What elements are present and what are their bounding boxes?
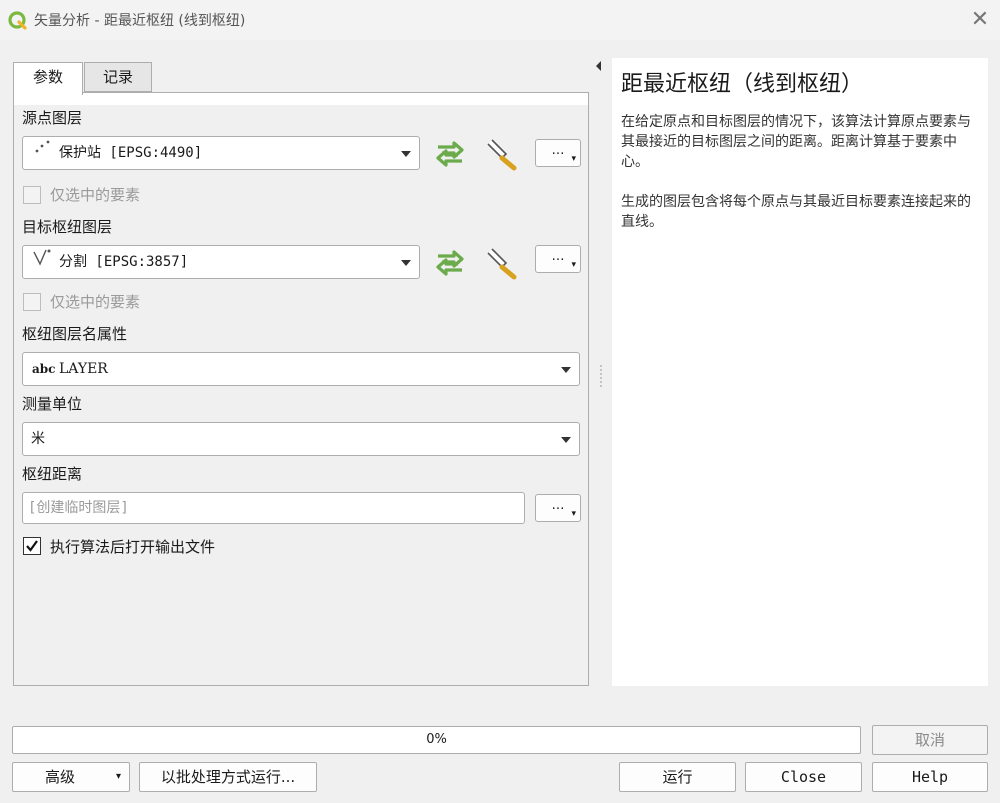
source-selected-label: 仅选中的要素 bbox=[50, 186, 141, 204]
source-selected-checkbox[interactable] bbox=[23, 186, 41, 204]
wrench-icon[interactable] bbox=[484, 245, 522, 281]
target-layer-value: 分割 [EPSG:3857] bbox=[59, 254, 189, 270]
point-layer-icon bbox=[33, 137, 55, 169]
source-more-button[interactable]: … ▾ bbox=[535, 139, 581, 167]
close-button[interactable]: Close bbox=[745, 762, 862, 792]
tab-log[interactable]: 记录 bbox=[84, 62, 152, 92]
source-layer-value: 保护站 [EPSG:4490] bbox=[59, 145, 203, 161]
chevron-down-icon bbox=[561, 367, 571, 373]
target-layer-label: 目标枢纽图层 bbox=[22, 218, 113, 236]
source-layer-label: 源点图层 bbox=[22, 109, 83, 127]
output-more-button[interactable]: … ▾ bbox=[535, 494, 581, 522]
help-paragraph: 生成的图层包含将每个原点与其最近目标要素连接起来的直线。 bbox=[621, 194, 971, 230]
tab-parameters[interactable]: 参数 bbox=[13, 62, 83, 95]
hub-distance-label: 枢纽距离 bbox=[22, 465, 83, 483]
iterate-icon[interactable] bbox=[432, 248, 468, 278]
source-layer-combo[interactable]: 保护站 [EPSG:4490] bbox=[22, 136, 420, 170]
progress-text: 0% bbox=[426, 732, 447, 747]
chevron-down-icon bbox=[401, 151, 411, 157]
checkmark-icon bbox=[26, 540, 38, 552]
progress-bar: 0% bbox=[12, 726, 861, 754]
window-title: 矢量分析 - 距最近枢纽 (线到枢纽) bbox=[34, 13, 246, 29]
open-output-label: 执行算法后打开输出文件 bbox=[50, 538, 216, 556]
close-icon[interactable]: ✕ bbox=[966, 6, 994, 34]
measurement-unit-value: 米 bbox=[31, 431, 45, 447]
target-more-button[interactable]: … ▾ bbox=[535, 245, 581, 273]
text-field-icon: abc bbox=[32, 362, 56, 376]
splitter-handle[interactable] bbox=[600, 365, 602, 387]
hub-distance-output-field[interactable]: [创建临时图层] bbox=[22, 492, 525, 524]
target-selected-label: 仅选中的要素 bbox=[50, 293, 141, 311]
parameters-panel bbox=[13, 92, 589, 686]
hub-distance-placeholder: [创建临时图层] bbox=[28, 500, 129, 516]
open-output-checkbox[interactable] bbox=[23, 537, 41, 555]
help-button[interactable]: Help bbox=[872, 762, 988, 792]
iterate-icon[interactable] bbox=[432, 139, 468, 169]
chevron-down-icon bbox=[561, 437, 571, 443]
qgis-logo-icon bbox=[8, 11, 28, 31]
hub-name-attribute-combo[interactable]: abc LAYER bbox=[22, 352, 580, 386]
help-title: 距最近枢纽（线到枢纽） bbox=[621, 72, 864, 97]
cancel-button[interactable]: 取消 bbox=[872, 725, 988, 755]
help-paragraph: 在给定原点和目标图层的情况下，该算法计算原点要素与其最接近的目标图层之间的距离。… bbox=[621, 114, 971, 170]
panel-header-strip bbox=[14, 93, 588, 105]
advanced-label: 高级 bbox=[45, 768, 76, 786]
run-button[interactable]: 运行 bbox=[619, 762, 736, 792]
advanced-button[interactable]: 高级 ▾ bbox=[12, 762, 130, 792]
target-selected-checkbox[interactable] bbox=[23, 293, 41, 311]
batch-process-button[interactable]: 以批处理方式运行... bbox=[139, 762, 317, 792]
chevron-down-icon: ▾ bbox=[115, 771, 121, 782]
hub-name-attribute-label: 枢纽图层名属性 bbox=[22, 325, 128, 343]
measurement-unit-label: 测量单位 bbox=[22, 395, 83, 413]
wrench-icon[interactable] bbox=[484, 136, 522, 172]
chevron-down-icon bbox=[401, 260, 411, 266]
hub-name-attribute-value: LAYER bbox=[59, 361, 108, 377]
collapse-arrow-icon[interactable] bbox=[596, 61, 601, 71]
target-layer-combo[interactable]: 分割 [EPSG:3857] bbox=[22, 245, 420, 279]
measurement-unit-combo[interactable]: 米 bbox=[22, 422, 580, 456]
line-layer-icon bbox=[31, 246, 55, 280]
